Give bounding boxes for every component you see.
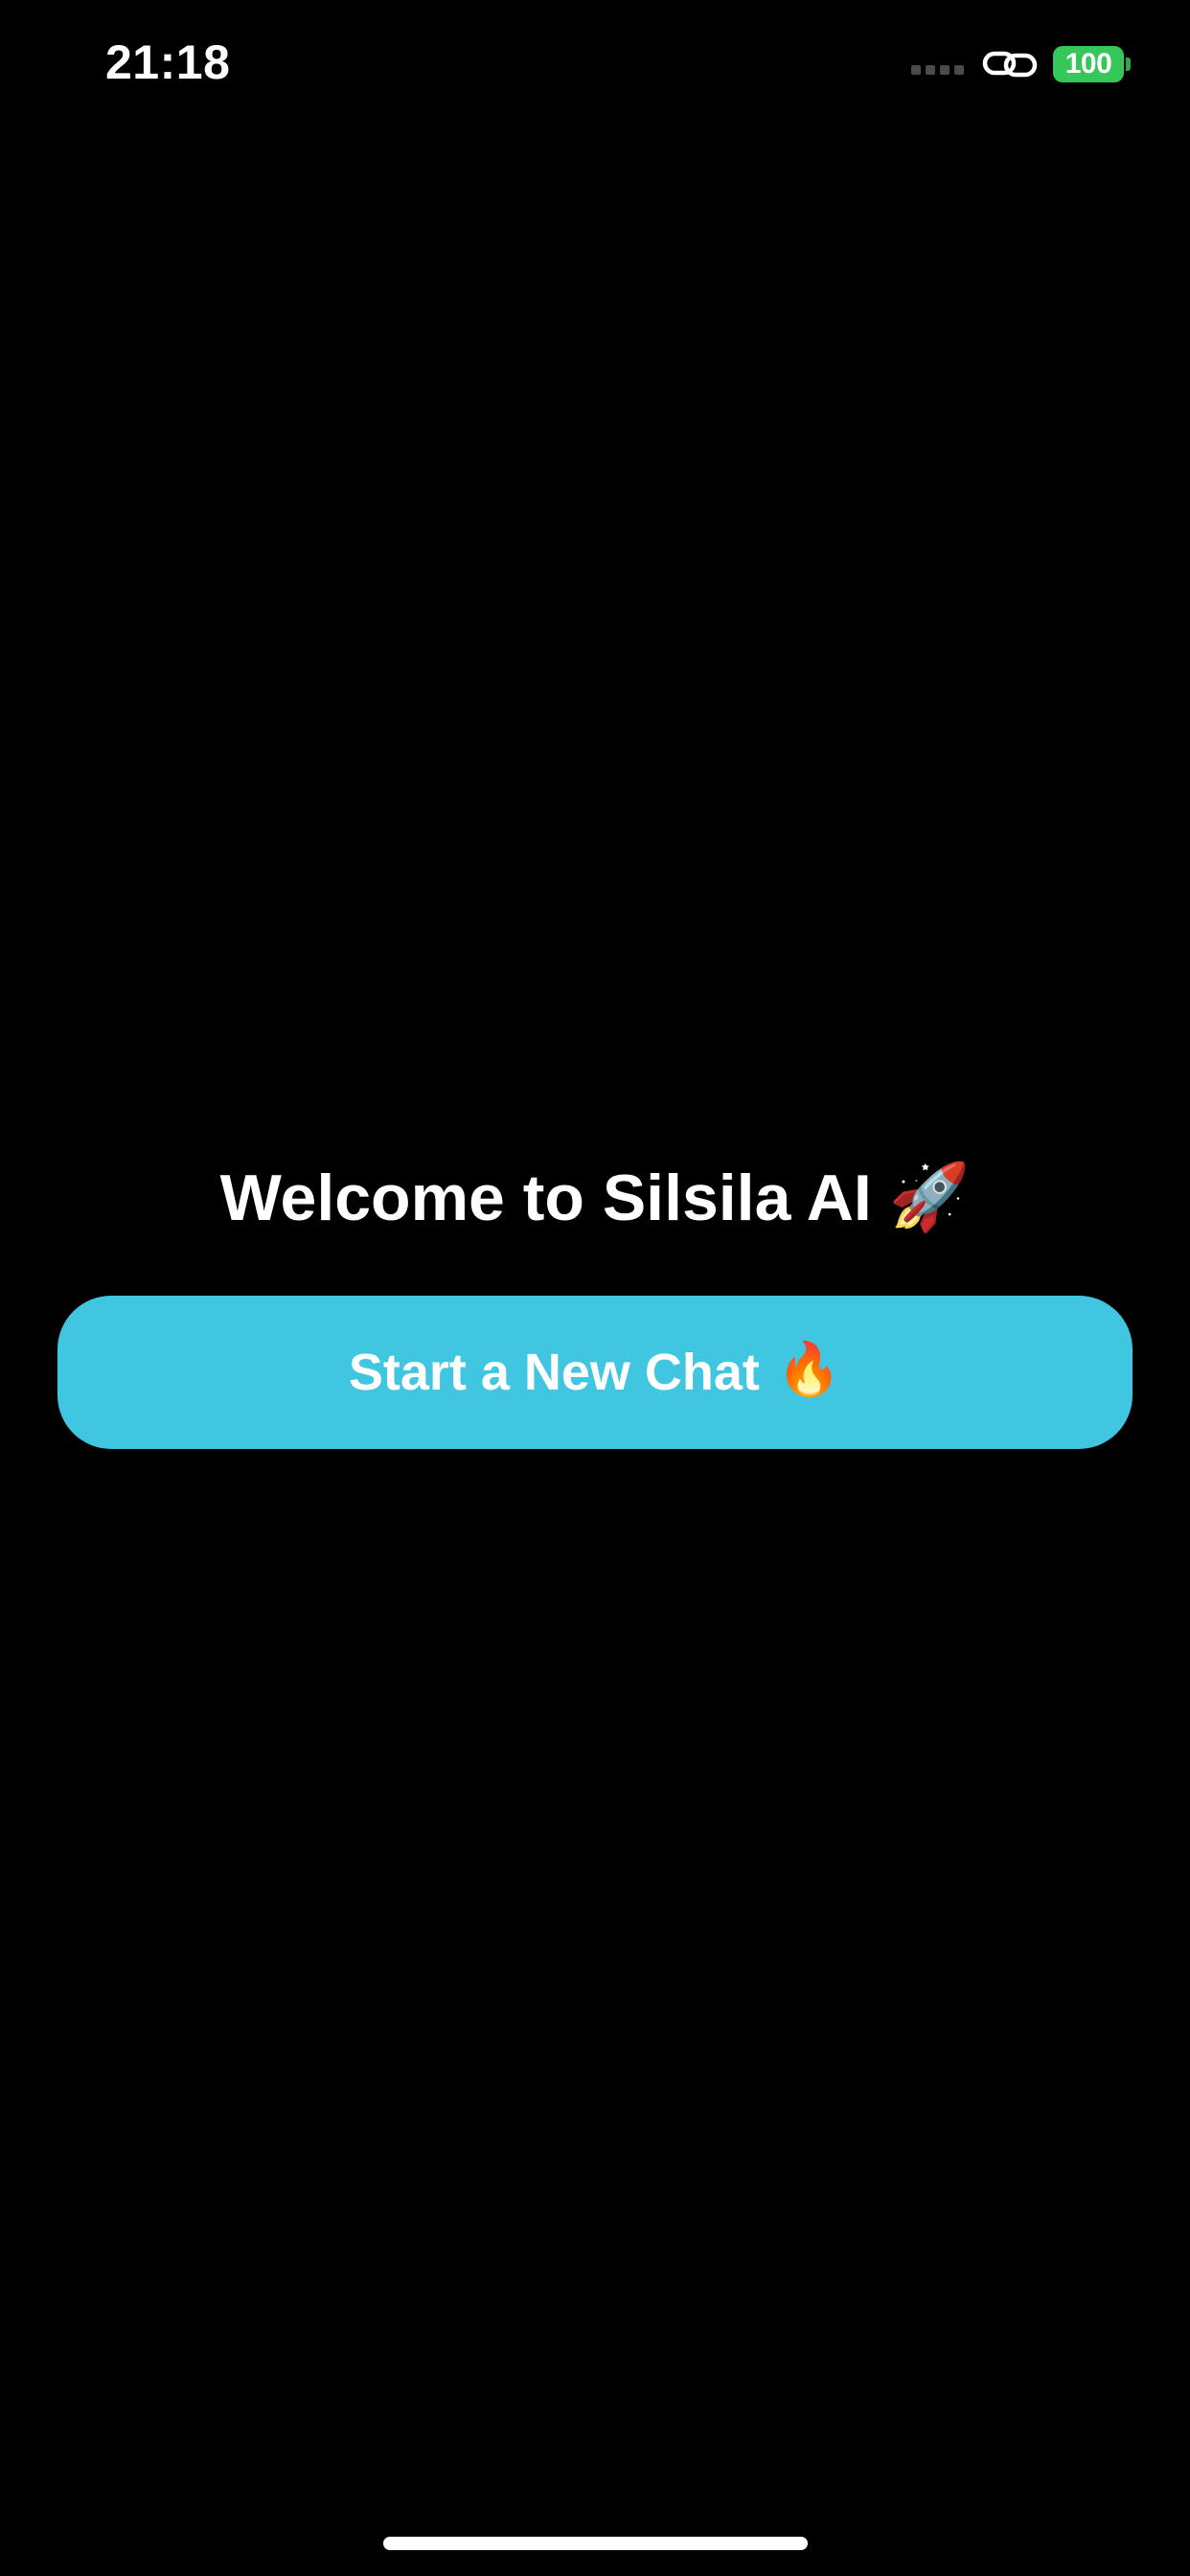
status-bar: 21:18 100: [0, 0, 1190, 134]
rocket-icon: 🚀: [888, 1161, 971, 1234]
fire-icon: 🔥: [776, 1340, 842, 1398]
status-icons: 100: [911, 42, 1131, 86]
status-time: 21:18: [105, 35, 231, 89]
signal-dots-icon: [911, 65, 969, 75]
battery-level: 100: [1053, 46, 1124, 82]
start-new-chat-button[interactable]: Start a New Chat 🔥: [57, 1296, 1133, 1449]
start-new-chat-label: Start a New Chat: [348, 1344, 760, 1401]
battery-cap: [1126, 58, 1131, 71]
home-indicator[interactable]: [383, 2537, 808, 2550]
welcome-title: Welcome to Silsila AI 🚀: [0, 1155, 1190, 1246]
link-icon: [982, 51, 1038, 78]
battery-icon: 100: [1053, 46, 1131, 82]
welcome-title-text: Welcome to Silsila AI: [219, 1162, 872, 1234]
